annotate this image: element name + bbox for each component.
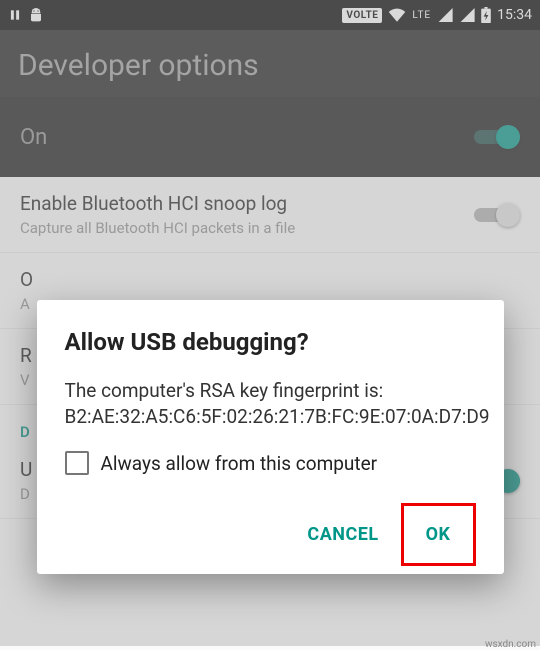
always-allow-label: Always allow from this computer (101, 452, 378, 475)
watermark: wsxdn.com (485, 639, 536, 650)
always-allow-row[interactable]: Always allow from this computer (65, 451, 476, 475)
ok-button[interactable]: OK (401, 503, 476, 566)
dialog-scrim: Allow USB debugging? The computer's RSA … (0, 0, 540, 646)
dialog-actions: CANCEL OK (65, 503, 476, 566)
cancel-button[interactable]: CANCEL (285, 503, 400, 566)
dialog-body: The computer's RSA key fingerprint is: B… (65, 378, 476, 429)
usb-debugging-dialog: Allow USB debugging? The computer's RSA … (37, 300, 504, 574)
always-allow-checkbox[interactable] (65, 451, 89, 475)
dialog-title: Allow USB debugging? (65, 328, 476, 356)
